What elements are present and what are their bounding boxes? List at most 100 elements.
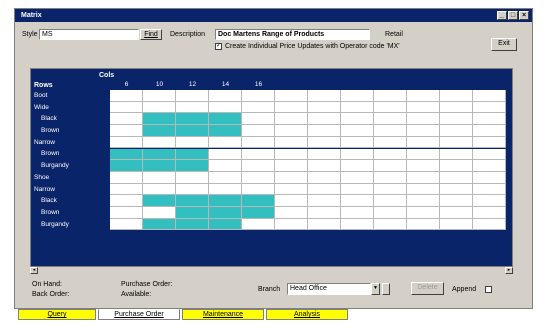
- matrix-cell[interactable]: [209, 207, 242, 219]
- matrix-cell[interactable]: [143, 183, 176, 196]
- matrix-cell[interactable]: [275, 195, 308, 207]
- matrix-cell[interactable]: [374, 195, 407, 207]
- matrix-cell[interactable]: [176, 101, 209, 114]
- matrix-cell[interactable]: [341, 160, 374, 172]
- matrix-cell[interactable]: [275, 171, 308, 184]
- matrix-cell[interactable]: [308, 101, 341, 114]
- matrix-cell[interactable]: [110, 90, 143, 102]
- matrix-cell[interactable]: [473, 160, 506, 172]
- matrix-cell[interactable]: [110, 160, 143, 172]
- matrix-cell[interactable]: [275, 136, 308, 149]
- matrix-cell[interactable]: [440, 171, 473, 184]
- matrix-cell[interactable]: [143, 101, 176, 114]
- matrix-cell[interactable]: [209, 148, 242, 161]
- matrix-cell[interactable]: [473, 207, 506, 219]
- matrix-cell[interactable]: [473, 125, 506, 137]
- matrix-cell[interactable]: [308, 207, 341, 219]
- horizontal-scrollbar[interactable]: ◂ ▸: [30, 267, 513, 274]
- find-button[interactable]: Find: [140, 29, 162, 40]
- matrix-cell[interactable]: [110, 101, 143, 114]
- matrix-cell[interactable]: [473, 101, 506, 114]
- scroll-right-icon[interactable]: ▸: [505, 267, 513, 274]
- matrix-cell[interactable]: [374, 171, 407, 184]
- matrix-cell[interactable]: [176, 160, 209, 172]
- scroll-left-icon[interactable]: ◂: [30, 267, 38, 274]
- matrix-cell[interactable]: [275, 101, 308, 114]
- matrix-cell[interactable]: [242, 160, 275, 172]
- matrix-cell[interactable]: [242, 207, 275, 219]
- matrix-cell[interactable]: [242, 195, 275, 207]
- matrix-cell[interactable]: [407, 207, 440, 219]
- matrix-cell[interactable]: [143, 195, 176, 207]
- matrix-cell[interactable]: [275, 90, 308, 102]
- matrix-cell[interactable]: [176, 195, 209, 207]
- matrix-cell[interactable]: [440, 183, 473, 196]
- matrix-cell[interactable]: [176, 148, 209, 161]
- matrix-cell[interactable]: [473, 183, 506, 196]
- matrix-cell[interactable]: [341, 113, 374, 126]
- matrix-cell[interactable]: [143, 148, 176, 161]
- matrix-cell[interactable]: [176, 113, 209, 126]
- matrix-cell[interactable]: [440, 90, 473, 102]
- matrix-cell[interactable]: [341, 195, 374, 207]
- matrix-cell[interactable]: [275, 160, 308, 172]
- matrix-cell[interactable]: [473, 171, 506, 184]
- matrix-cell[interactable]: [275, 125, 308, 137]
- matrix-cell[interactable]: [308, 148, 341, 161]
- matrix-cell[interactable]: [473, 113, 506, 126]
- matrix-cell[interactable]: [242, 183, 275, 196]
- matrix-cell[interactable]: [407, 113, 440, 126]
- matrix-cell[interactable]: [110, 171, 143, 184]
- tab-purchase-order[interactable]: Purchase Order: [98, 309, 180, 320]
- matrix-cell[interactable]: [209, 195, 242, 207]
- matrix-cell[interactable]: [407, 171, 440, 184]
- matrix-cell[interactable]: [143, 136, 176, 149]
- matrix-cell[interactable]: [473, 195, 506, 207]
- matrix-cell[interactable]: [176, 171, 209, 184]
- matrix-cell[interactable]: [407, 148, 440, 161]
- tab-maintenance[interactable]: Maintenance: [182, 309, 264, 320]
- matrix-cell[interactable]: [407, 195, 440, 207]
- matrix-cell[interactable]: [110, 183, 143, 196]
- branch-select[interactable]: Head Office: [287, 283, 371, 295]
- matrix-cell[interactable]: [473, 148, 506, 161]
- matrix-cell[interactable]: [110, 207, 143, 219]
- create-updates-checkbox[interactable]: ✓: [215, 43, 222, 50]
- matrix-cell[interactable]: [374, 160, 407, 172]
- matrix-cell[interactable]: [440, 136, 473, 149]
- maximize-button[interactable]: □: [508, 11, 518, 20]
- style-field[interactable]: MS: [39, 29, 139, 40]
- matrix-cell[interactable]: [110, 218, 143, 231]
- matrix-cell[interactable]: [308, 195, 341, 207]
- matrix-cell[interactable]: [275, 113, 308, 126]
- matrix-cell[interactable]: [374, 101, 407, 114]
- chevron-down-icon[interactable]: ▼: [371, 283, 380, 295]
- matrix-cell[interactable]: [440, 101, 473, 114]
- matrix-cell[interactable]: [209, 136, 242, 149]
- matrix-cell[interactable]: [209, 171, 242, 184]
- matrix-cell[interactable]: [176, 136, 209, 149]
- matrix-cell[interactable]: [341, 171, 374, 184]
- matrix-cell[interactable]: [440, 148, 473, 161]
- matrix-cell[interactable]: [374, 90, 407, 102]
- matrix-cell[interactable]: [209, 218, 242, 231]
- matrix-cell[interactable]: [242, 136, 275, 149]
- matrix-cell[interactable]: [275, 207, 308, 219]
- matrix-cell[interactable]: [176, 90, 209, 102]
- matrix-cell[interactable]: [143, 207, 176, 219]
- tab-query[interactable]: Query: [18, 309, 96, 320]
- matrix-cell[interactable]: [209, 125, 242, 137]
- matrix-cell[interactable]: [176, 207, 209, 219]
- matrix-cell[interactable]: [407, 125, 440, 137]
- matrix-cell[interactable]: [341, 218, 374, 231]
- matrix-cell[interactable]: [176, 125, 209, 137]
- matrix-cell[interactable]: [308, 183, 341, 196]
- matrix-cell[interactable]: [275, 183, 308, 196]
- matrix-cell[interactable]: [110, 113, 143, 126]
- matrix-cell[interactable]: [341, 125, 374, 137]
- matrix-cell[interactable]: [473, 90, 506, 102]
- matrix-cell[interactable]: [242, 218, 275, 231]
- matrix-cell[interactable]: [341, 136, 374, 149]
- matrix-cell[interactable]: [407, 90, 440, 102]
- matrix-cell[interactable]: [407, 183, 440, 196]
